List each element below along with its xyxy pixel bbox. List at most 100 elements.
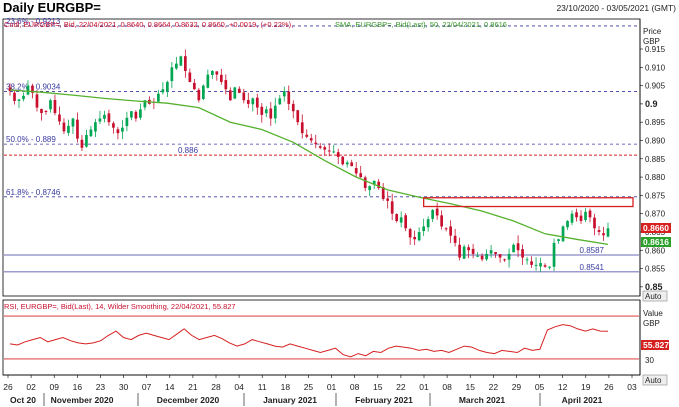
price-panel[interactable]	[2, 18, 641, 297]
candle-body	[44, 110, 48, 112]
candle-body	[305, 134, 309, 137]
candle-body	[399, 217, 403, 223]
chart-window: Daily EURGBP= 23/10/2020 - 03/05/2021 (G…	[0, 0, 679, 407]
level-label: 61.8% - 0.8746	[6, 188, 61, 197]
price-tick-label: 0.860	[645, 246, 666, 255]
x-tick-label: 19	[581, 382, 591, 392]
chart-canvas[interactable]: Daily EURGBP= 23/10/2020 - 03/05/2021 (G…	[0, 0, 679, 407]
candle-body	[71, 118, 75, 127]
candle-body	[62, 122, 66, 132]
x-tick-label: 12	[558, 382, 568, 392]
candle-body	[157, 93, 160, 102]
price-axis: 0.850.8550.8600.8650.8700.8750.8800.8850…	[640, 45, 666, 292]
candle-body	[197, 89, 201, 101]
candle-body	[530, 261, 533, 265]
rsi-axis-unit: GBP	[643, 319, 660, 328]
x-month-label: December 2020	[157, 395, 220, 405]
candle-body	[548, 266, 551, 268]
candle-body	[184, 56, 187, 71]
x-tick-label: 04	[234, 382, 244, 392]
candle-body	[440, 215, 443, 227]
candle-body	[449, 226, 452, 236]
x-tick-label: 29	[512, 382, 522, 392]
x-tick-label: 22	[396, 382, 406, 392]
candle-body	[255, 97, 259, 108]
price-tick-label: 0.875	[645, 191, 666, 200]
candle-body	[408, 229, 412, 238]
candle-body	[40, 108, 43, 114]
candle-body	[426, 219, 430, 228]
rsi-tag: 55.827	[643, 340, 669, 350]
x-tick-label: 15	[373, 382, 383, 392]
candle-body	[80, 139, 84, 148]
candle-body	[471, 248, 475, 254]
candle-body	[98, 118, 102, 122]
candle-body	[413, 236, 417, 240]
candle-body	[363, 177, 367, 189]
x-tick-label: 08	[350, 382, 360, 392]
candle-body	[431, 210, 434, 219]
level-label: 0.8541	[580, 263, 605, 272]
red-level-label: 0.886	[178, 146, 199, 155]
x-tick-label: 05	[535, 382, 545, 392]
price-tick-label: 0.895	[645, 118, 666, 127]
x-tick-label: 07	[142, 382, 152, 392]
candle-body	[314, 142, 318, 145]
price-tick-label: 0.85	[645, 282, 663, 292]
candle-body	[516, 243, 520, 251]
candle-body	[390, 201, 394, 214]
price-axis-unit: GBP	[643, 37, 660, 46]
candle-body	[67, 125, 70, 133]
candle-body	[282, 91, 286, 97]
candle-body	[462, 246, 466, 259]
x-tick-label: 23	[96, 382, 106, 392]
price-tick-label: 0.915	[645, 45, 666, 54]
candle-body	[503, 259, 506, 261]
x-tick-label: 26	[604, 382, 614, 392]
candle-body	[512, 244, 515, 253]
rsi-axis-title: Value	[643, 309, 663, 318]
candle-body	[480, 255, 484, 260]
level-label: 50.0% - 0.889	[6, 135, 56, 144]
candle-body	[534, 264, 538, 266]
candle-body	[13, 92, 16, 101]
candle-body	[103, 114, 106, 119]
rsi-legend: RSI, EURGBP=, Bid(Last), 14, Wilder Smoo…	[4, 302, 236, 311]
candle-body	[489, 250, 493, 254]
candle-body	[242, 92, 246, 101]
candle-body	[85, 134, 88, 147]
candle-body	[561, 226, 565, 242]
x-tick-label: 01	[327, 382, 337, 392]
candle-body	[35, 94, 39, 108]
candle-body	[485, 253, 488, 260]
candle-body	[593, 217, 596, 229]
level-label: 0.8587	[580, 246, 605, 255]
candle-body	[170, 67, 174, 82]
candle-body	[291, 103, 295, 112]
candle-legend: Cndl, EURGBP=, Bid, 22/04/2021, 0.8640, …	[4, 20, 293, 29]
candle-body	[570, 213, 574, 223]
candle-body	[264, 109, 268, 114]
x-tick-label: 28	[211, 382, 221, 392]
candle-body	[134, 111, 138, 119]
price-tick-label: 0.910	[645, 63, 666, 72]
candle-body	[467, 247, 470, 251]
x-month-label: November 2020	[51, 395, 114, 405]
candle-body	[602, 233, 605, 236]
candle-body	[58, 114, 61, 122]
candle-body	[224, 80, 228, 90]
candle-body	[49, 100, 52, 110]
candle-body	[94, 122, 97, 132]
x-tick-label: 02	[26, 382, 36, 392]
price-tick-label: 0.870	[645, 210, 666, 219]
x-tick-label: 03	[627, 382, 637, 392]
x-tick-label: 09	[49, 382, 59, 392]
candle-body	[278, 98, 282, 105]
candle-body	[116, 129, 120, 134]
candle-body	[192, 82, 196, 90]
candle-body	[336, 152, 340, 157]
candle-body	[458, 244, 461, 258]
candle-body	[251, 98, 255, 105]
x-tick-label: 18	[281, 382, 291, 392]
date-range: 23/10/2020 - 03/05/2021 (GMT)	[556, 3, 676, 13]
